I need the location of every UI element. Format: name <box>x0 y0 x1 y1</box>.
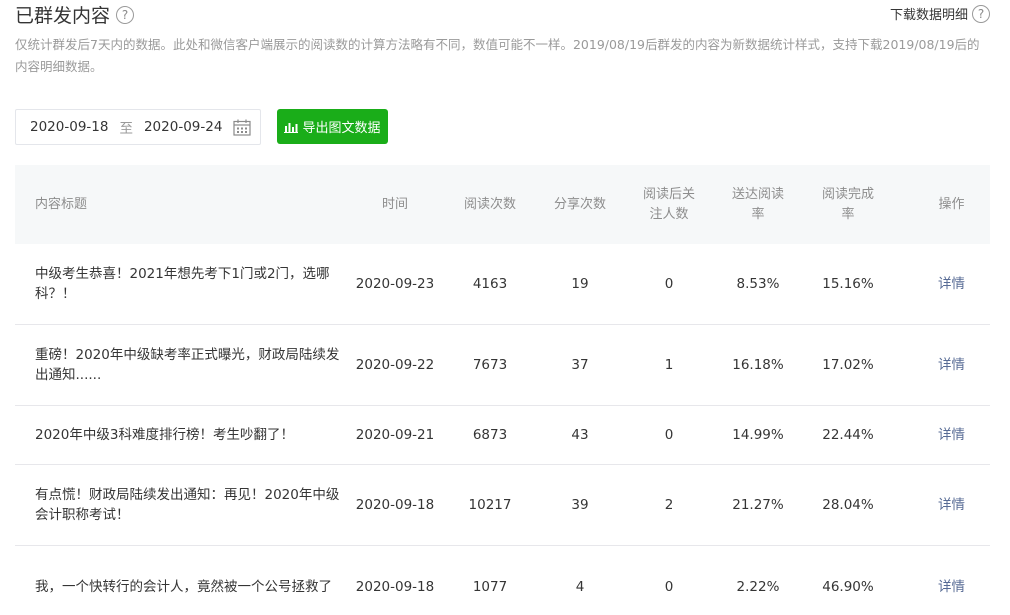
column-complete-line1: 阅读完成 <box>821 186 874 202</box>
row-time: 2020-09-23 <box>355 276 435 292</box>
row-reads: 7673 <box>472 357 508 373</box>
detail-link-label[interactable]: 详情 <box>938 579 965 595</box>
row-time: 2020-09-21 <box>355 427 435 443</box>
column-delivery-line1: 送达阅读 <box>731 186 784 202</box>
detail-link-label[interactable]: 详情 <box>938 497 965 513</box>
row-title: 2020年中级3科难度排行榜！考生吵翻了！ <box>35 427 294 443</box>
table-row: 重磅！2020年中级缺考率正式曝光，财政局陆续发出通知...... 2020-0… <box>15 325 990 406</box>
description-text: 仅统计群发后7天内的数据。此处和微信客户端展示的阅读数的计算方法略有不同，数值可… <box>15 37 980 74</box>
detail-link[interactable]: 详情 <box>893 425 990 445</box>
page-title-text: 已群发内容 <box>15 5 111 27</box>
end-date[interactable]: 2020-09-24 <box>144 119 222 135</box>
column-follow: 阅读后关 注人数 <box>625 185 713 225</box>
row-follow: 1 <box>664 357 674 373</box>
row-complete-rate: 46.90% <box>822 578 874 595</box>
content-table: 内容标题 时间 阅读次数 分享次数 阅读后关 注人数 送达阅读 率 阅读完成 率… <box>15 165 990 615</box>
page-title: 已群发内容 ? <box>15 1 135 28</box>
row-time: 2020-09-18 <box>355 578 435 595</box>
column-complete-line2: 率 <box>841 206 855 222</box>
column-title: 内容标题 <box>35 196 88 212</box>
export-button-label[interactable]: 导出图文数据 <box>302 117 380 136</box>
table-row: 中级考生恭喜！2021年想先考下1门或2门，选哪科？！ 2020-09-23 4… <box>15 244 990 325</box>
help-icon[interactable]: ? <box>972 4 990 23</box>
column-op: 操作 <box>938 196 965 212</box>
row-complete-rate: 22.44% <box>822 427 874 443</box>
start-date[interactable]: 2020-09-18 <box>30 119 108 135</box>
row-shares: 39 <box>571 497 589 513</box>
column-follow-line1: 阅读后关 <box>642 186 695 202</box>
table-row: 有点慌！财政局陆续发出通知：再见！2020年中级会计职称考试！ 2020-09-… <box>15 465 990 546</box>
detail-link[interactable]: 详情 <box>893 274 990 294</box>
detail-link[interactable]: 详情 <box>893 355 990 375</box>
row-time: 2020-09-22 <box>355 357 435 373</box>
detail-link[interactable]: 详情 <box>893 577 990 597</box>
detail-link-label[interactable]: 详情 <box>938 276 965 292</box>
column-reads: 阅读次数 <box>463 196 516 212</box>
row-delivery-rate: 21.27% <box>732 497 784 513</box>
row-title: 有点慌！财政局陆续发出通知：再见！2020年中级会计职称考试！ <box>35 487 340 523</box>
row-delivery-rate: 16.18% <box>732 357 784 373</box>
detail-link[interactable]: 详情 <box>893 495 990 515</box>
row-follow: 0 <box>664 276 674 292</box>
row-reads: 4163 <box>472 276 508 292</box>
calendar-icon[interactable] <box>233 119 251 136</box>
help-icon[interactable]: ? <box>116 5 135 24</box>
table-row: 我，一个快转行的会计人，竟然被一个公号拯救了 2020-09-18 1077 4… <box>15 546 990 615</box>
row-delivery-rate: 2.22% <box>736 578 780 595</box>
download-details-link[interactable]: 下载数据明细 ? <box>890 4 990 23</box>
download-details-label[interactable]: 下载数据明细 <box>890 4 968 23</box>
row-complete-rate: 17.02% <box>822 357 874 373</box>
row-shares: 4 <box>575 578 585 595</box>
row-delivery-rate: 14.99% <box>732 427 784 443</box>
row-follow: 0 <box>664 427 674 443</box>
column-follow-line2: 注人数 <box>649 206 689 222</box>
row-reads: 10217 <box>468 497 512 513</box>
row-complete-rate: 15.16% <box>822 276 874 292</box>
row-delivery-rate: 8.53% <box>736 276 780 292</box>
table-row: 2020年中级3科难度排行榜！考生吵翻了！ 2020-09-21 6873 43… <box>15 406 990 465</box>
column-complete-rate: 阅读完成 率 <box>803 185 893 225</box>
row-reads: 6873 <box>472 427 508 443</box>
row-time: 2020-09-18 <box>355 497 435 513</box>
date-range-picker[interactable]: 2020-09-18 至 2020-09-24 <box>15 109 261 145</box>
row-follow: 0 <box>664 578 674 595</box>
row-title: 中级考生恭喜！2021年想先考下1门或2门，选哪科？！ <box>35 266 330 302</box>
table-header: 内容标题 时间 阅读次数 分享次数 阅读后关 注人数 送达阅读 率 阅读完成 率… <box>15 165 990 244</box>
export-article-data-button[interactable]: 导出图文数据 <box>277 109 388 144</box>
column-shares: 分享次数 <box>553 196 606 212</box>
detail-link-label[interactable]: 详情 <box>938 357 965 373</box>
row-shares: 19 <box>571 276 589 292</box>
row-title: 我，一个快转行的会计人，竟然被一个公号拯救了 <box>35 578 332 595</box>
row-shares: 37 <box>571 357 589 373</box>
date-separator: 至 <box>119 121 133 137</box>
row-follow: 2 <box>664 497 674 513</box>
column-delivery-line2: 率 <box>751 206 765 222</box>
column-delivery-rate: 送达阅读 率 <box>713 185 803 225</box>
column-time: 时间 <box>381 196 408 212</box>
row-complete-rate: 28.04% <box>822 497 874 513</box>
row-shares: 43 <box>571 427 589 443</box>
row-reads: 1077 <box>472 578 508 595</box>
detail-link-label[interactable]: 详情 <box>938 427 965 443</box>
row-title: 重磅！2020年中级缺考率正式曝光，财政局陆续发出通知...... <box>35 347 340 383</box>
bar-chart-icon <box>284 122 299 133</box>
